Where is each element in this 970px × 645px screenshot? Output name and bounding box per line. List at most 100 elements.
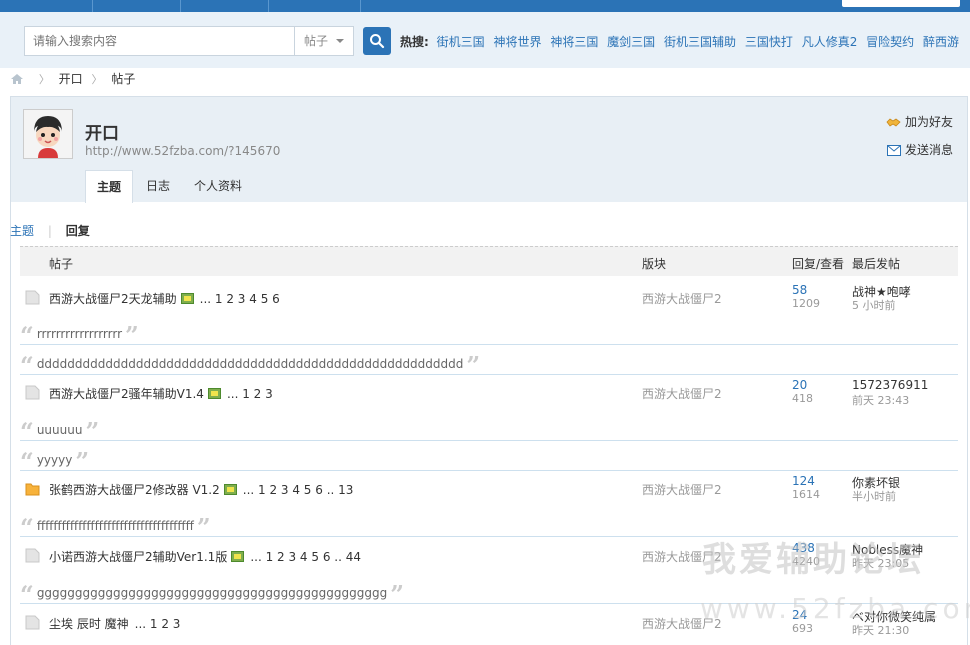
home-icon[interactable]: [10, 73, 24, 85]
thread-forum-link[interactable]: 西游大战僵尸2: [642, 385, 722, 402]
hot-search-link[interactable]: 街机三国辅助: [664, 35, 736, 49]
last-post-time: 半小时前: [852, 490, 896, 503]
thread-view-count: 418: [792, 392, 813, 405]
quote-text[interactable]: dddddddddddddddddddddddddddddddddddddddd…: [37, 357, 464, 371]
table-row: 西游大战僵尸2天龙辅助 ... 1 2 3 4 5 6 西游大战僵尸2 58 12…: [20, 282, 958, 316]
hot-search-link[interactable]: 街机三国: [437, 35, 485, 49]
hot-search-list: 热搜: 街机三国 神将世界 神将三国 魔剑三国 街机三国辅助 三国快打 凡人修真…: [400, 33, 964, 50]
thread-pages[interactable]: ... 1 2 3: [227, 387, 273, 401]
thread-icon: [25, 548, 40, 563]
breadcrumb-current: 帖子: [111, 72, 136, 86]
thread-title-link[interactable]: 张鹤西游大战僵尸2修改器 V1.2: [49, 483, 220, 497]
hot-search-link[interactable]: 神将世界: [493, 35, 541, 49]
send-message-label: 发送消息: [904, 143, 953, 157]
nav-separator: [360, 0, 361, 12]
profile-url[interactable]: http://www.52fzba.com/?145670: [85, 144, 280, 158]
subtab-divider: |: [47, 224, 52, 238]
hot-search-link[interactable]: 冒险契约: [866, 35, 914, 49]
quote-text[interactable]: ffffffffffffffffffffffffffffffffffffff: [37, 519, 194, 533]
profile-username: 开口: [85, 124, 119, 144]
tab-blog[interactable]: 日志: [135, 170, 181, 202]
subtab-topics[interactable]: 主题: [10, 224, 34, 238]
sub-tabs: 主题 | 回复: [10, 222, 90, 239]
tab-profile[interactable]: 个人资料: [183, 170, 253, 202]
image-attachment-icon: [207, 388, 221, 399]
hot-search-link[interactable]: 三国快打: [745, 35, 793, 49]
nav-separator: [268, 0, 269, 12]
subtab-replies[interactable]: 回复: [66, 224, 90, 238]
quote-close-icon: ”: [196, 513, 211, 542]
thread-forum-link[interactable]: 西游大战僵尸2: [642, 290, 722, 307]
thread-reply-count[interactable]: 20: [792, 378, 807, 392]
envelope-icon: [886, 145, 901, 156]
table-row: 西游大战僵尸2骚年辅助V1.4... 1 2 3 西游大战僵尸2 20 418 …: [20, 377, 958, 411]
top-navigation-bar: [0, 0, 970, 12]
image-attachment-icon: [223, 484, 237, 495]
thread-reply-count[interactable]: 124: [792, 474, 815, 488]
thread-pages[interactable]: ... 1 2 3 4 5 6 .. 44: [250, 550, 361, 564]
breadcrumb-arrow-icon: 〉: [91, 73, 103, 86]
thread-title-link[interactable]: 西游大战僵尸2天龙辅助: [49, 292, 177, 306]
search-type-select[interactable]: 帖子: [294, 26, 354, 56]
search-input[interactable]: [24, 26, 294, 56]
quote-close-icon: ”: [466, 351, 481, 380]
thread-title-link[interactable]: 西游大战僵尸2骚年辅助V1.4: [49, 387, 204, 401]
nav-separator: [180, 0, 181, 12]
hot-search-link[interactable]: 神将三国: [550, 35, 598, 49]
add-friend-button[interactable]: 加为好友: [886, 113, 953, 130]
thread-reply-count[interactable]: 58: [792, 283, 807, 297]
profile-header: 开口 http://www.52fzba.com/?145670 加为好友 发送…: [10, 96, 968, 203]
quote-text[interactable]: uuuuuu: [37, 423, 83, 437]
search-button[interactable]: [363, 27, 391, 55]
image-attachment-icon: [231, 551, 245, 562]
thread-pages[interactable]: ... 1 2 3 4 5 6: [200, 292, 280, 306]
thread-forum-link[interactable]: 西游大战僵尸2: [642, 481, 722, 498]
quote-text[interactable]: yyyyy: [37, 453, 73, 467]
table-row: 张鹤西游大战僵尸2修改器 V1.2 ... 1 2 3 4 5 6 .. 13 西…: [20, 473, 958, 507]
quote-open-icon: “: [20, 580, 34, 609]
send-message-button[interactable]: 发送消息: [886, 141, 953, 158]
breadcrumb: 〉 开口 〉 帖子: [10, 70, 135, 86]
thread-icon: [25, 385, 40, 400]
header-stats: 回复/查看: [792, 257, 845, 271]
thread-title-link[interactable]: 尘埃 辰时 魔神: [49, 617, 129, 631]
site-watermark-url: www.52fzba.com: [700, 592, 970, 625]
hot-search-link[interactable]: 凡人修真2: [802, 35, 858, 49]
quote-text[interactable]: rrrrrrrrrrrrrrrrrr: [37, 327, 122, 341]
thread-pages[interactable]: ... 1 2 3 4 5 6 .. 13: [243, 483, 354, 497]
profile-tabs: 主题 日志 个人资料: [85, 170, 255, 203]
header-last-post: 最后发帖: [852, 257, 901, 271]
tab-topics[interactable]: 主题: [85, 170, 134, 203]
breadcrumb-arrow-icon: 〉: [38, 73, 50, 86]
quote-close-icon: ”: [75, 447, 90, 476]
hot-search-label: 热搜:: [400, 35, 429, 49]
quote-open-icon: “: [20, 351, 34, 380]
user-login-box[interactable]: [842, 0, 960, 7]
thread-title-link[interactable]: 小诺西游大战僵尸2辅助Ver1.1版: [49, 550, 227, 564]
quote-open-icon: “: [20, 447, 34, 476]
avatar-image: [24, 110, 72, 158]
thread-pages[interactable]: ... 1 2 3: [135, 617, 181, 631]
quote-close-icon: ”: [390, 580, 405, 609]
table-header: 帖子 版块 回复/查看 最后发帖: [20, 246, 958, 276]
last-post-time: 5 小时前: [852, 299, 896, 312]
avatar[interactable]: [23, 109, 73, 159]
last-post-time: 前天 23:43: [852, 394, 910, 407]
thread-view-count: 1614: [792, 488, 820, 501]
site-watermark: 我爱辅助论坛: [702, 540, 924, 580]
handshake-icon: [886, 118, 901, 127]
hot-search-link[interactable]: 醉西游: [923, 35, 959, 49]
reply-quote: “yyyyy”: [20, 441, 958, 476]
thread-view-count: 1209: [792, 297, 820, 310]
header-forum: 版块: [642, 257, 667, 271]
chevron-down-icon: [336, 39, 344, 43]
nav-separator: [92, 0, 93, 12]
quote-open-icon: “: [20, 513, 34, 542]
last-post-user[interactable]: 1572376911: [852, 378, 928, 392]
header-title: 帖子: [49, 257, 74, 271]
search-bar: 帖子 热搜: 街机三国 神将世界 神将三国 魔剑三国 街机三国辅助 三国快打 凡…: [0, 12, 970, 68]
quote-text[interactable]: gggggggggggggggggggggggggggggggggggggggg…: [37, 586, 387, 600]
reply-quote: “rrrrrrrrrrrrrrrrrr”: [20, 315, 958, 350]
breadcrumb-user-link[interactable]: 开口: [59, 72, 83, 86]
hot-search-link[interactable]: 魔剑三国: [607, 35, 655, 49]
